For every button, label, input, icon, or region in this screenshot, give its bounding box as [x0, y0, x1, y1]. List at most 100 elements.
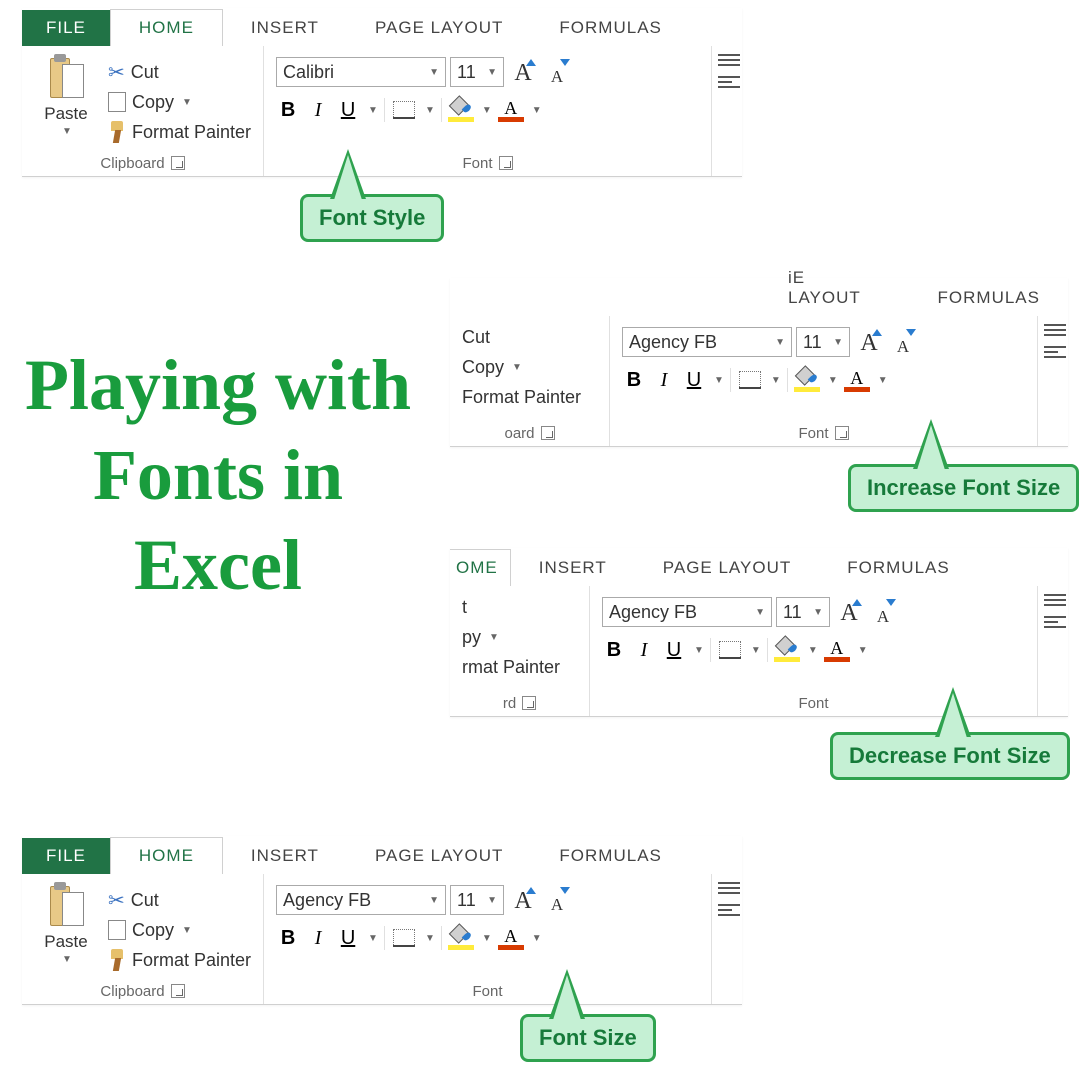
chevron-down-icon[interactable]: ▼ — [489, 632, 499, 643]
tab-home[interactable]: HOME — [110, 9, 223, 46]
font-name-dropdown[interactable]: Agency FB▼ — [622, 327, 792, 357]
tab-insert[interactable]: INSERT — [223, 10, 347, 46]
align-left-button[interactable] — [718, 904, 740, 916]
font-color-button[interactable]: A — [498, 926, 524, 950]
dialog-launcher-icon[interactable] — [522, 696, 536, 710]
tab-page-layout[interactable]: PAGE LAYOUT — [347, 10, 531, 46]
underline-button[interactable]: U — [662, 639, 686, 662]
bold-button[interactable]: B — [276, 99, 300, 122]
bold-button[interactable]: B — [622, 369, 646, 392]
dialog-launcher-icon[interactable] — [835, 426, 849, 440]
fill-color-button[interactable] — [774, 638, 800, 662]
increase-font-size-button[interactable]: A — [508, 57, 538, 87]
italic-button[interactable]: I — [652, 369, 676, 392]
font-size-dropdown[interactable]: 11▼ — [450, 885, 504, 915]
chevron-down-icon[interactable]: ▼ — [368, 933, 378, 944]
font-color-button[interactable]: A — [824, 638, 850, 662]
align-left-button[interactable] — [718, 76, 740, 88]
italic-button[interactable]: I — [306, 99, 330, 122]
align-left-button[interactable] — [1044, 346, 1066, 358]
dialog-launcher-icon[interactable] — [499, 156, 513, 170]
format-painter-button-partial[interactable]: rmat Painter — [462, 652, 577, 682]
font-size-dropdown[interactable]: 11▼ — [796, 327, 850, 357]
chevron-down-icon[interactable]: ▼ — [425, 933, 435, 944]
font-name-dropdown[interactable]: Agency FB▼ — [276, 885, 446, 915]
align-top-button[interactable] — [1044, 324, 1066, 336]
increase-font-size-button[interactable]: A — [834, 597, 864, 627]
bold-button[interactable]: B — [276, 927, 300, 950]
font-size-dropdown[interactable]: 11 ▼ — [450, 57, 504, 87]
chevron-down-icon[interactable]: ▼ — [182, 925, 192, 936]
decrease-font-size-button[interactable]: A — [888, 327, 918, 357]
borders-button[interactable] — [391, 99, 417, 121]
chevron-down-icon[interactable]: ▼ — [694, 645, 704, 656]
tab-page-layout[interactable]: PAGE LAYOUT — [347, 838, 531, 874]
increase-font-size-button[interactable]: A — [508, 885, 538, 915]
borders-button[interactable] — [737, 369, 763, 391]
align-top-button[interactable] — [718, 54, 740, 66]
chevron-down-icon[interactable]: ▼ — [808, 645, 818, 656]
tab-home[interactable]: HOME — [110, 837, 223, 874]
tab-formulas[interactable]: FORMULAS — [819, 550, 977, 586]
tab-formulas[interactable]: FORMULAS — [531, 10, 689, 46]
tab-home-partial[interactable]: OME — [450, 549, 511, 586]
decrease-font-size-button[interactable]: A — [542, 57, 572, 87]
copy-button[interactable]: Copy▼ — [108, 915, 251, 945]
tab-file[interactable]: FILE — [22, 10, 110, 46]
chevron-down-icon[interactable]: ▼ — [532, 933, 542, 944]
font-name-dropdown[interactable]: Agency FB▼ — [602, 597, 772, 627]
increase-font-size-button[interactable]: A — [854, 327, 884, 357]
bold-button[interactable]: B — [602, 639, 626, 662]
tab-formulas[interactable]: FORMULAS — [531, 838, 689, 874]
tab-page-layout[interactable]: PAGE LAYOUT — [635, 550, 819, 586]
fill-color-button[interactable] — [794, 368, 820, 392]
chevron-down-icon[interactable]: ▼ — [62, 126, 72, 137]
format-painter-button[interactable]: Format Painter — [462, 382, 597, 412]
paste-button[interactable]: Paste ▼ — [34, 880, 98, 980]
borders-button[interactable] — [391, 927, 417, 949]
chevron-down-icon[interactable]: ▼ — [532, 105, 542, 116]
decrease-font-size-button[interactable]: A — [542, 885, 572, 915]
format-painter-button[interactable]: Format Painter — [108, 117, 251, 147]
dialog-launcher-icon[interactable] — [541, 426, 555, 440]
dialog-launcher-icon[interactable] — [171, 984, 185, 998]
cut-button[interactable]: ✂Cut — [108, 885, 251, 915]
tab-file[interactable]: FILE — [22, 838, 110, 874]
font-color-button[interactable]: A — [844, 368, 870, 392]
chevron-down-icon[interactable]: ▼ — [368, 105, 378, 116]
copy-button[interactable]: Copy▼ — [462, 352, 597, 382]
tab-insert[interactable]: INSERT — [223, 838, 347, 874]
fill-color-button[interactable] — [448, 98, 474, 122]
format-painter-button[interactable]: Format Painter — [108, 945, 251, 975]
copy-button[interactable]: Copy ▼ — [108, 87, 251, 117]
cut-button[interactable]: Cut — [462, 322, 597, 352]
borders-button[interactable] — [717, 639, 743, 661]
italic-button[interactable]: I — [306, 927, 330, 950]
tab-page-layout-partial[interactable]: iE LAYOUT — [760, 260, 910, 316]
decrease-font-size-button[interactable]: A — [868, 597, 898, 627]
align-top-button[interactable] — [1044, 594, 1066, 606]
tab-formulas[interactable]: FORMULAS — [910, 280, 1068, 316]
font-name-dropdown[interactable]: Calibri ▼ — [276, 57, 446, 87]
chevron-down-icon[interactable]: ▼ — [751, 645, 761, 656]
font-size-dropdown[interactable]: 11▼ — [776, 597, 830, 627]
chevron-down-icon[interactable]: ▼ — [858, 645, 868, 656]
chevron-down-icon[interactable]: ▼ — [482, 105, 492, 116]
chevron-down-icon[interactable]: ▼ — [482, 933, 492, 944]
chevron-down-icon[interactable]: ▼ — [182, 97, 192, 108]
chevron-down-icon[interactable]: ▼ — [828, 375, 838, 386]
italic-button[interactable]: I — [632, 639, 656, 662]
copy-button-partial[interactable]: py▼ — [462, 622, 577, 652]
fill-color-button[interactable] — [448, 926, 474, 950]
chevron-down-icon[interactable]: ▼ — [62, 954, 72, 965]
chevron-down-icon[interactable]: ▼ — [425, 105, 435, 116]
underline-button[interactable]: U — [336, 99, 360, 122]
align-left-button[interactable] — [1044, 616, 1066, 628]
font-color-button[interactable]: A — [498, 98, 524, 122]
dialog-launcher-icon[interactable] — [171, 156, 185, 170]
align-top-button[interactable] — [718, 882, 740, 894]
cut-button[interactable]: ✂ Cut — [108, 57, 251, 87]
underline-button[interactable]: U — [682, 369, 706, 392]
paste-button[interactable]: Paste ▼ — [34, 52, 98, 152]
chevron-down-icon[interactable]: ▼ — [714, 375, 724, 386]
